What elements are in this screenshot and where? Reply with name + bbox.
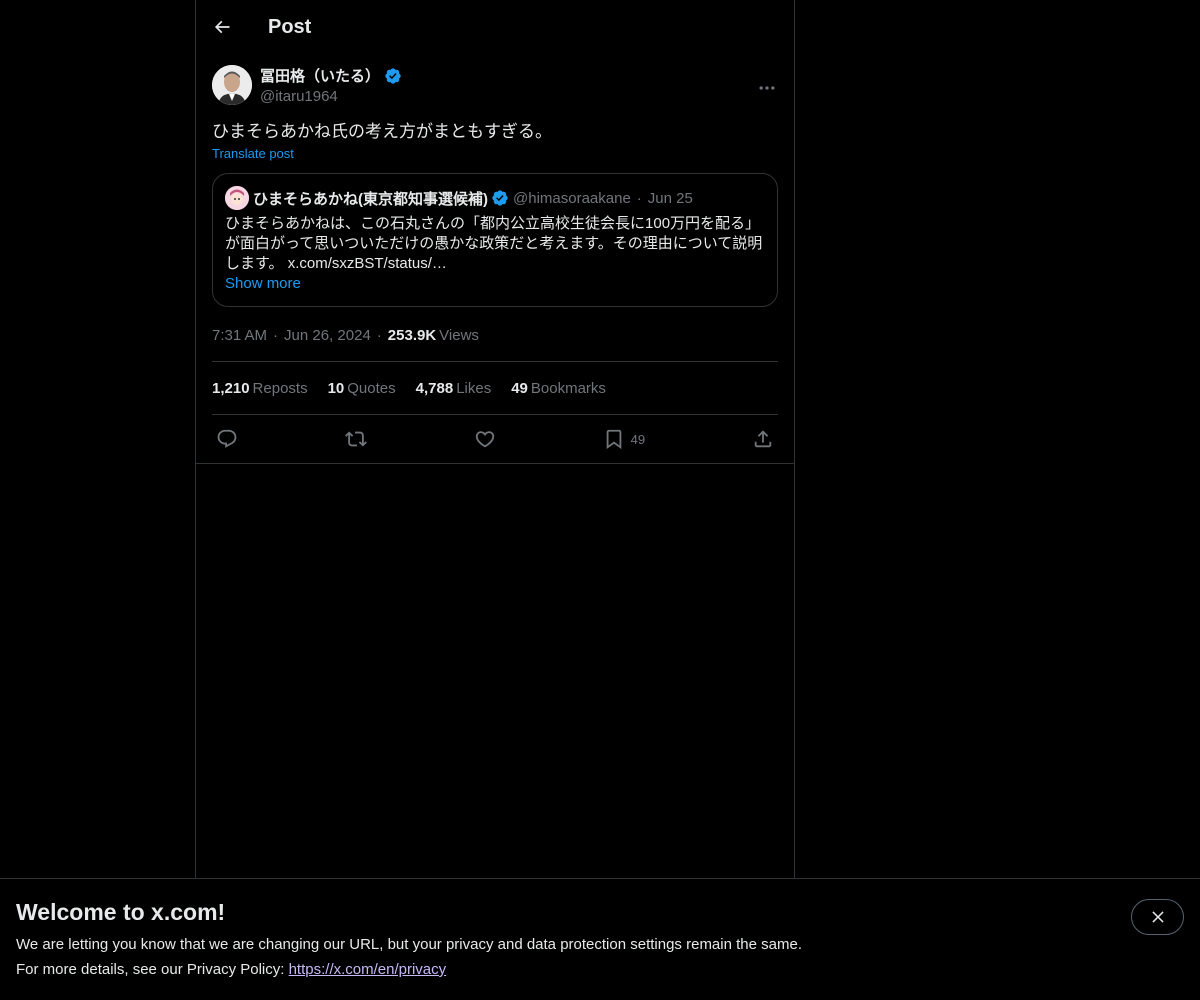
divider (196, 463, 794, 464)
bookmark-icon (606, 429, 621, 450)
quotes-count: 10 (327, 379, 345, 397)
author-handle[interactable]: @itaru1964 (260, 88, 402, 105)
quote-author-name: ひまそらあかね(東京都知事選候補) (253, 190, 488, 208)
likes-label: Likes (456, 379, 492, 397)
url-change-banner: Welcome to x.com! We are letting you kno… (0, 878, 1200, 1000)
like-button[interactable] (474, 428, 496, 450)
back-arrow-icon[interactable] (212, 17, 232, 37)
views-label: Views (439, 326, 479, 344)
post-date[interactable]: Jun 26, 2024 (284, 327, 371, 344)
banner-message: We are letting you know that we are chan… (16, 936, 802, 953)
share-icon (754, 430, 772, 448)
banner-close-button[interactable] (1131, 899, 1184, 935)
action-bar: 49 (212, 415, 778, 463)
bookmark-button[interactable]: 49 (603, 428, 645, 450)
quote-date: Jun 25 (647, 189, 693, 207)
views-count: 253.9K (387, 326, 437, 344)
repost-button[interactable] (344, 428, 367, 450)
post: 冨田格（いたる） @itaru1964 ひまそらあかね氏の考え方がまともすぎる。… (196, 65, 794, 464)
privacy-policy-link[interactable]: https://x.com/en/privacy (289, 961, 447, 978)
verified-badge-icon (492, 190, 508, 206)
close-icon (1151, 911, 1164, 923)
page-header: Post (196, 0, 794, 54)
translate-post-link[interactable]: Translate post (212, 146, 294, 161)
author-row: 冨田格（いたる） @itaru1964 (212, 65, 778, 105)
primary-column: Post 冨田格（いたる） @itaru1964 ひまそらあかね氏の考え方がまと… (195, 0, 795, 880)
quotes-label: Quotes (347, 379, 396, 397)
show-more-link[interactable]: Show more (225, 274, 301, 294)
reply-icon (217, 429, 237, 448)
avatar[interactable] (212, 65, 252, 105)
share-button[interactable] (752, 428, 774, 450)
banner-privacy-prefix: For more details, see our Privacy Policy… (16, 961, 289, 978)
reply-button[interactable] (216, 428, 238, 450)
likes-stat[interactable]: 4,788 Likes (416, 380, 492, 397)
post-text: ひまそらあかね氏の考え方がまともすぎる。 (212, 122, 552, 141)
bookmarks-stat[interactable]: 49 Bookmarks (511, 380, 606, 397)
author-name-line: 冨田格（いたる） (260, 65, 402, 86)
verified-badge-icon (385, 67, 401, 84)
quote-avatar (225, 186, 249, 210)
reposts-label: Reposts (252, 379, 308, 397)
separator-dot: · (636, 189, 642, 207)
likes-count: 4,788 (415, 379, 454, 397)
author-text: 冨田格（いたる） @itaru1964 (260, 65, 402, 105)
reposts-stat[interactable]: 1,210 Reposts (212, 380, 308, 397)
quoted-post[interactable]: ひまそらあかね(東京都知事選候補) @himasoraakane · Jun 2… (212, 173, 778, 307)
reposts-count: 1,210 (212, 379, 250, 397)
quote-text: ひまそらあかねは、この石丸さんの「都内公立高校生徒会長に100万円を配る」が面白… (225, 214, 765, 274)
quote-author-handle: @himasoraakane (513, 189, 631, 207)
bookmarks-label: Bookmarks (530, 379, 606, 397)
like-icon (475, 431, 494, 448)
separator-dot: · (376, 326, 382, 344)
quote-header: ひまそらあかね(東京都知事選候補) @himasoraakane · Jun 2… (225, 186, 765, 210)
page-title: Post (268, 15, 312, 38)
repost-icon (344, 431, 367, 447)
separator-dot: · (273, 326, 279, 344)
author-name[interactable]: 冨田格（いたる） (260, 65, 380, 86)
quotes-stat[interactable]: 10 Quotes (328, 380, 396, 397)
quote-link[interactable]: x.com/sxzBST/status/… (288, 255, 447, 272)
banner-privacy-line: For more details, see our Privacy Policy… (16, 961, 1184, 979)
post-meta: 7:31 AM · Jun 26, 2024 · 253.9K Views (212, 325, 778, 345)
banner-title: Welcome to x.com! (16, 899, 226, 925)
bookmark-count: 49 (630, 431, 646, 447)
post-time[interactable]: 7:31 AM (212, 327, 267, 344)
bookmarks-count: 49 (511, 379, 528, 397)
post-stats: 1,210 Reposts 10 Quotes 4,788 Likes 49 Bookm… (212, 362, 778, 414)
more-icon[interactable] (756, 77, 778, 99)
